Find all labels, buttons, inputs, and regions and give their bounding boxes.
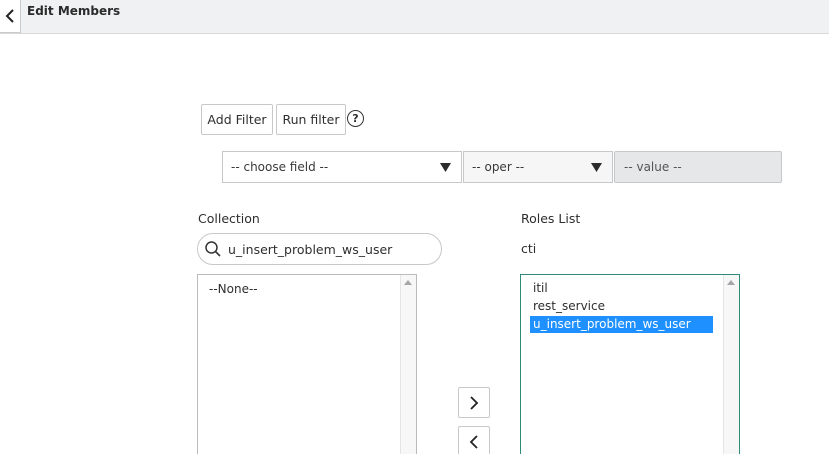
caret-down-icon — [440, 163, 451, 172]
collection-scrollbar[interactable] — [400, 275, 416, 454]
chevron-right-icon — [470, 395, 479, 410]
add-filter-button[interactable]: Add Filter — [201, 104, 273, 135]
list-item[interactable]: rest_service — [532, 298, 714, 315]
back-button[interactable] — [0, 0, 21, 33]
add-to-roles-button[interactable] — [458, 387, 490, 418]
caret-down-icon — [591, 163, 602, 172]
remove-from-roles-button[interactable] — [458, 426, 490, 454]
list-item[interactable]: --None-- — [209, 281, 258, 298]
header-bar: Edit Members — [0, 0, 829, 34]
scroll-up-arrow-icon[interactable] — [727, 280, 735, 285]
collection-search-input[interactable]: u_insert_problem_ws_user — [197, 233, 442, 265]
list-item[interactable]: itil — [532, 280, 714, 297]
chevron-left-icon — [469, 434, 478, 449]
collection-search-value: u_insert_problem_ws_user — [228, 241, 393, 257]
choose-field-value: -- choose field -- — [231, 160, 329, 174]
roles-scrollbar[interactable] — [723, 275, 739, 454]
scroll-up-arrow-icon[interactable] — [404, 280, 412, 285]
roles-list-label: Roles List — [521, 211, 581, 226]
chevron-left-icon — [5, 9, 14, 23]
value-placeholder: -- value -- — [624, 160, 682, 174]
operator-value: -- oper -- — [472, 160, 525, 174]
collection-listbox[interactable]: --None-- — [197, 274, 417, 454]
choose-field-select[interactable]: -- choose field -- — [222, 151, 462, 183]
value-input[interactable]: -- value -- — [614, 151, 782, 183]
operator-select[interactable]: -- oper -- — [463, 151, 613, 183]
list-item-selected[interactable]: u_insert_problem_ws_user — [530, 316, 713, 333]
help-icon[interactable]: ? — [347, 110, 364, 127]
search-icon — [205, 241, 221, 257]
collection-label: Collection — [198, 211, 260, 226]
roles-listbox[interactable]: itil rest_service u_insert_problem_ws_us… — [520, 274, 740, 454]
page-title: Edit Members — [27, 4, 121, 18]
run-filter-button[interactable]: Run filter — [276, 104, 346, 135]
roles-subtitle: cti — [521, 241, 537, 256]
